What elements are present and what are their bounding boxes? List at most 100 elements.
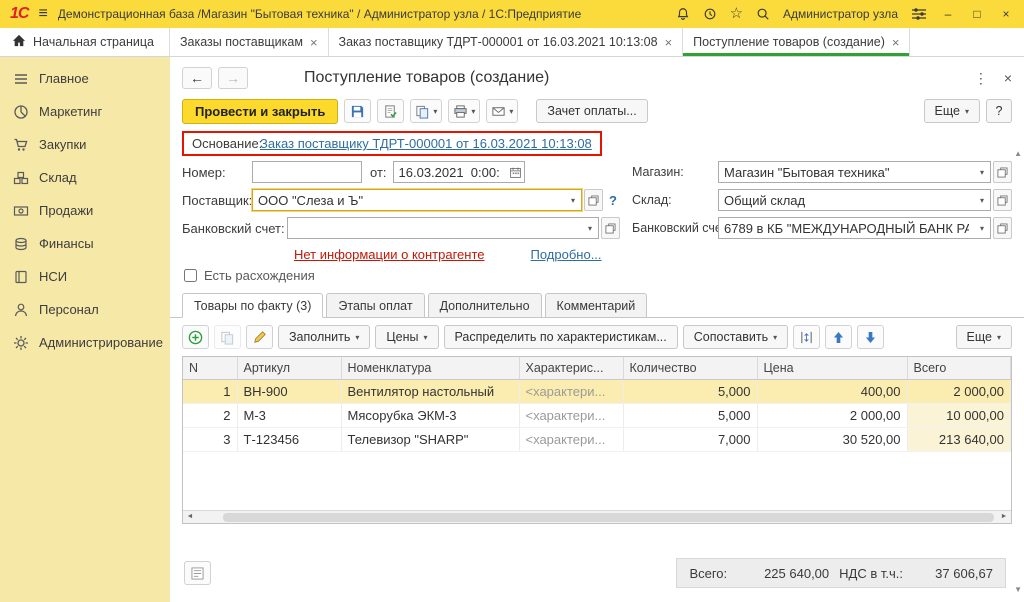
sidebar-item-administration[interactable]: Администрирование — [0, 326, 170, 359]
sidebar-item-marketing[interactable]: Маркетинг — [0, 95, 170, 128]
tab-supplier-order-doc[interactable]: Заказ поставщику ТДРТ-000001 от 16.03.20… — [329, 28, 684, 56]
sidebar-item-purchases[interactable]: Закупки — [0, 128, 170, 161]
col-characteristic[interactable]: Характерис... — [519, 357, 623, 380]
move-up-button[interactable] — [825, 325, 852, 349]
page-title: Поступление товаров (создание) — [304, 69, 549, 87]
sidebar-item-sales[interactable]: Продажи — [0, 194, 170, 227]
table-row[interactable]: 3 Т-123456 Телевизор "SHARP" <характери.… — [183, 428, 1011, 452]
calendar-icon[interactable] — [507, 161, 523, 183]
col-sku[interactable]: Артикул — [237, 357, 341, 380]
form-menu-kebab-icon[interactable]: ⋮ — [974, 70, 988, 87]
scroll-down-icon[interactable]: ▼ — [1014, 585, 1022, 594]
minimize-button[interactable]: – — [940, 7, 956, 21]
horizontal-scrollbar[interactable]: ◄ ► — [183, 510, 1011, 523]
create-based-on-button[interactable]: ▾ — [410, 99, 442, 123]
tab-comment[interactable]: Комментарий — [545, 293, 648, 318]
table-row[interactable]: 1 ВН-900 Вентилятор настольный <характер… — [183, 380, 1011, 404]
payment-offset-button[interactable]: Зачет оплаты... — [536, 99, 647, 123]
chevron-down-icon: ▾ — [997, 333, 1001, 342]
tab-close-icon[interactable]: × — [892, 35, 900, 50]
sidebar-item-personnel[interactable]: Персонал — [0, 293, 170, 326]
tab-close-icon[interactable]: × — [665, 35, 673, 50]
copy-row-button[interactable] — [214, 325, 241, 349]
tab-payment-stages[interactable]: Этапы оплат — [326, 293, 424, 318]
notifications-bell-icon[interactable] — [676, 7, 690, 21]
bank-account-dropdown-icon[interactable]: ▾ — [582, 224, 598, 233]
col-total[interactable]: Всего — [907, 357, 1011, 380]
bank-account2-input[interactable] — [719, 218, 974, 238]
help-button[interactable]: ? — [986, 99, 1012, 123]
shop-open-button[interactable] — [993, 161, 1012, 183]
number-input[interactable] — [253, 162, 361, 182]
supplier-dropdown-icon[interactable]: ▾ — [565, 196, 581, 205]
supplier-open-button[interactable] — [584, 189, 603, 211]
col-price[interactable]: Цена — [757, 357, 907, 380]
post-and-close-button[interactable]: Провести и закрыть — [182, 99, 338, 124]
print-button[interactable]: ▾ — [448, 99, 480, 123]
move-down-button[interactable] — [857, 325, 884, 349]
add-row-button[interactable] — [182, 325, 209, 349]
save-button[interactable] — [344, 99, 371, 123]
bank-account2-open-button[interactable] — [993, 217, 1012, 239]
date-input[interactable] — [394, 162, 506, 182]
administration-gear-icon — [13, 335, 29, 351]
distribute-by-characteristics-button[interactable]: Распределить по характеристикам... — [444, 325, 678, 349]
scrollbar-thumb[interactable] — [223, 513, 994, 522]
scroll-up-icon[interactable]: ▲ — [1014, 149, 1022, 158]
edit-row-button[interactable] — [246, 325, 273, 349]
tab-supplier-orders[interactable]: Заказы поставщикам × — [170, 28, 329, 56]
prices-button[interactable]: Цены▾ — [375, 325, 438, 349]
maximize-button[interactable]: □ — [969, 7, 985, 21]
fill-button[interactable]: Заполнить▾ — [278, 325, 370, 349]
tab-home[interactable]: Начальная страница — [0, 28, 170, 56]
discrepancies-checkbox[interactable] — [184, 269, 197, 282]
close-form-icon[interactable]: × — [1004, 70, 1012, 86]
current-user[interactable]: Администратор узла — [783, 7, 898, 21]
settings-sliders-icon[interactable] — [911, 7, 927, 21]
tab-goods-receipt[interactable]: Поступление товаров (создание) × — [683, 28, 910, 56]
warehouse-open-button[interactable] — [993, 189, 1012, 211]
search-icon[interactable] — [756, 7, 770, 21]
shop-dropdown-icon[interactable]: ▾ — [974, 168, 990, 177]
more-button[interactable]: Еще▾ — [924, 99, 980, 123]
supplier-input[interactable] — [253, 190, 565, 210]
back-button[interactable]: ← — [182, 67, 212, 89]
grid-more-button[interactable]: Еще▾ — [956, 325, 1012, 349]
details-link[interactable]: Подробно... — [531, 247, 602, 262]
bank-account2-dropdown-icon[interactable]: ▾ — [974, 224, 990, 233]
post-button[interactable] — [377, 99, 404, 123]
sidebar-item-main[interactable]: Главное — [0, 62, 170, 95]
forward-button[interactable]: → — [218, 67, 248, 89]
footer-list-icon[interactable] — [184, 561, 211, 585]
scroll-left-icon[interactable]: ◄ — [183, 511, 197, 523]
items-toolbar: Заполнить▾ Цены▾ Распределить по характе… — [170, 318, 1024, 356]
scroll-right-icon[interactable]: ► — [997, 511, 1011, 523]
expand-rows-button[interactable] — [793, 325, 820, 349]
shop-label: Магазин: — [632, 165, 718, 179]
match-button[interactable]: Сопоставить▾ — [683, 325, 788, 349]
bank-account-open-button[interactable] — [601, 217, 620, 239]
bank-account-input[interactable] — [288, 218, 582, 238]
favorites-star-icon[interactable]: ☆ — [730, 7, 743, 21]
warehouse-input[interactable] — [719, 190, 974, 210]
shop-input[interactable] — [719, 162, 974, 182]
main-menu-icon[interactable]: ≡ — [38, 5, 47, 23]
tab-goods-by-fact[interactable]: Товары по факту (3) — [182, 293, 323, 318]
sidebar-item-finance[interactable]: Финансы — [0, 227, 170, 260]
sidebar-item-warehouse[interactable]: Склад — [0, 161, 170, 194]
basis-link[interactable]: Заказ поставщику ТДРТ-000001 от 16.03.20… — [260, 136, 592, 151]
send-button[interactable]: ▾ — [486, 99, 518, 123]
col-quantity[interactable]: Количество — [623, 357, 757, 380]
close-window-button[interactable]: × — [998, 7, 1014, 21]
table-row[interactable]: 2 М-3 Мясорубка ЭКМ-3 <характери... 5,00… — [183, 404, 1011, 428]
warehouse-dropdown-icon[interactable]: ▾ — [974, 196, 990, 205]
history-clock-icon[interactable] — [703, 7, 717, 21]
supplier-help-link[interactable]: ? — [609, 193, 617, 208]
tab-close-icon[interactable]: × — [310, 35, 318, 50]
tab-additional[interactable]: Дополнительно — [428, 293, 542, 318]
counterparty-warning-link[interactable]: Нет информации о контрагенте — [294, 247, 485, 262]
col-n[interactable]: N — [183, 357, 237, 380]
sidebar-item-nsi[interactable]: НСИ — [0, 260, 170, 293]
col-nomenclature[interactable]: Номенклатура — [341, 357, 519, 380]
document-page-tabs: Товары по факту (3) Этапы оплат Дополнит… — [170, 289, 1024, 318]
